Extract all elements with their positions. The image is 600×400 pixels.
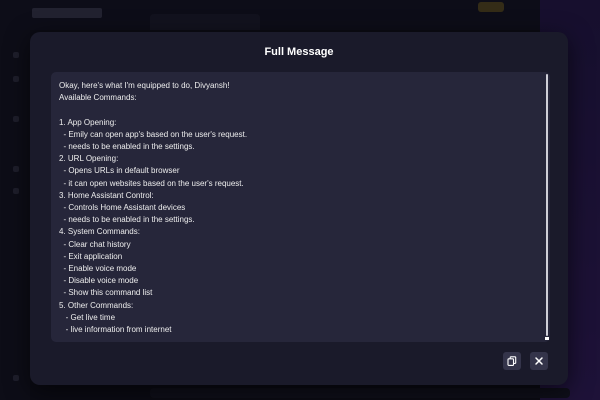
copy-button[interactable] [503,352,521,370]
dialog-title: Full Message [264,46,334,58]
close-button[interactable] [530,352,548,370]
message-text: Okay, here's what I'm equipped to do, Di… [59,81,248,335]
scrollbar-thumb[interactable] [546,74,548,336]
scrollbar[interactable] [545,74,549,340]
full-message-dialog: Full Message Okay, here's what I'm equip… [30,32,568,385]
message-container[interactable]: Okay, here's what I'm equipped to do, Di… [51,72,550,342]
close-icon [534,356,544,366]
copy-icon [507,356,517,366]
scrollbar-end-marker [545,337,549,340]
